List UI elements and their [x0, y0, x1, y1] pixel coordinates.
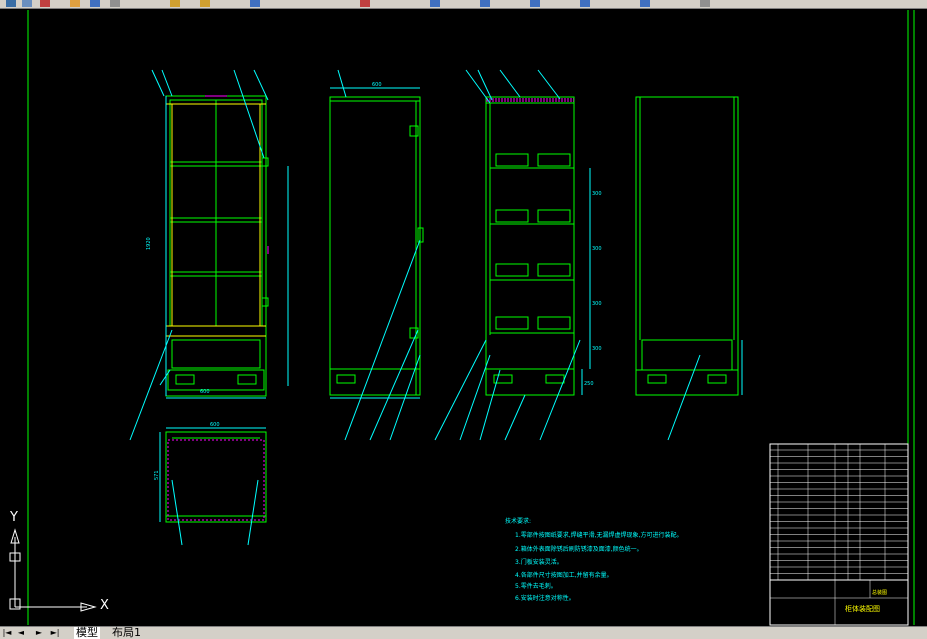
redo-icon[interactable] — [200, 0, 210, 7]
title-block: 总装图 柜体装配图 — [769, 443, 909, 626]
zoom-icon[interactable] — [360, 0, 370, 7]
undo-icon[interactable] — [170, 0, 180, 7]
drawing-frame — [27, 10, 915, 625]
side-view: 600 — [329, 69, 424, 441]
tool-palette-icon[interactable] — [580, 0, 590, 7]
title-block-name: 柜体装配图 — [845, 604, 880, 613]
next-tab-button[interactable]: ► — [34, 628, 44, 638]
title-block-subtitle: 总装图 — [872, 589, 887, 596]
note-6: 6.安装时注意对称性。 — [515, 594, 575, 602]
section-dim-1: 300 — [592, 191, 602, 197]
notes-title: 技术要求: — [505, 517, 531, 525]
note-5: 5.零件去毛刺。 — [515, 582, 557, 590]
drawing-svg: 600 1920 600 300 300 300 300 250 600 571… — [27, 10, 915, 626]
first-tab-button[interactable]: |◄ — [2, 628, 12, 638]
front-width-dim: 600 — [200, 389, 210, 395]
ucs-y-label: Y — [10, 510, 18, 525]
ucs-icon — [9, 528, 97, 612]
section-dim-3: 300 — [592, 301, 602, 307]
layer-icon[interactable] — [700, 0, 710, 7]
cut-icon[interactable] — [70, 0, 80, 7]
paste-icon[interactable] — [110, 0, 120, 7]
copy-icon[interactable] — [90, 0, 100, 7]
tab-layout1[interactable]: 布局1 — [112, 627, 141, 639]
last-tab-button[interactable]: ►| — [50, 628, 60, 638]
note-4: 4.各部件尺寸按图加工,并留有余量。 — [515, 571, 613, 579]
drawing-canvas[interactable]: 600 1920 600 300 300 300 300 250 600 571… — [0, 8, 927, 626]
note-2: 2.箱体外表面除锈后刷防锈漆及面漆,颜色统一。 — [515, 545, 643, 553]
pan-icon[interactable] — [250, 0, 260, 7]
prev-tab-button[interactable]: ◄ — [16, 628, 26, 638]
section-dim-2: 300 — [592, 246, 602, 252]
zoom-window-icon[interactable] — [430, 0, 440, 7]
technical-notes: 技术要求: 1.零部件按图纸要求,焊缝平滑,无漏焊虚焊现象,方可进行装配。 2.… — [505, 517, 682, 602]
help-icon[interactable] — [640, 0, 650, 7]
back-view — [635, 96, 743, 441]
note-1: 1.零部件按图纸要求,焊缝平滑,无漏焊虚焊现象,方可进行装配。 — [515, 531, 682, 539]
section-view: 300 300 300 300 250 — [434, 69, 602, 441]
section-dim-4: 300 — [592, 346, 602, 352]
top-width-dim: 600 — [210, 422, 220, 428]
open-icon[interactable] — [6, 0, 16, 7]
design-center-icon[interactable] — [530, 0, 540, 7]
section-dim-5: 250 — [584, 381, 594, 387]
properties-icon[interactable] — [480, 0, 490, 7]
layout-tabbar: |◄ ◄ ► ►| 模型 布局1 — [0, 626, 927, 639]
top-depth-dim: 571 — [154, 470, 160, 480]
top-view: 600 571 — [154, 422, 267, 546]
front-view: 600 1920 — [129, 69, 289, 441]
tab-model[interactable]: 模型 — [74, 627, 100, 639]
print-icon[interactable] — [40, 0, 50, 7]
note-3: 3.门板安装灵活。 — [515, 558, 563, 566]
side-depth-dim: 600 — [372, 82, 382, 88]
ucs-x-label: X — [100, 598, 109, 613]
front-height-dim: 1920 — [146, 237, 152, 250]
save-icon[interactable] — [22, 0, 32, 7]
